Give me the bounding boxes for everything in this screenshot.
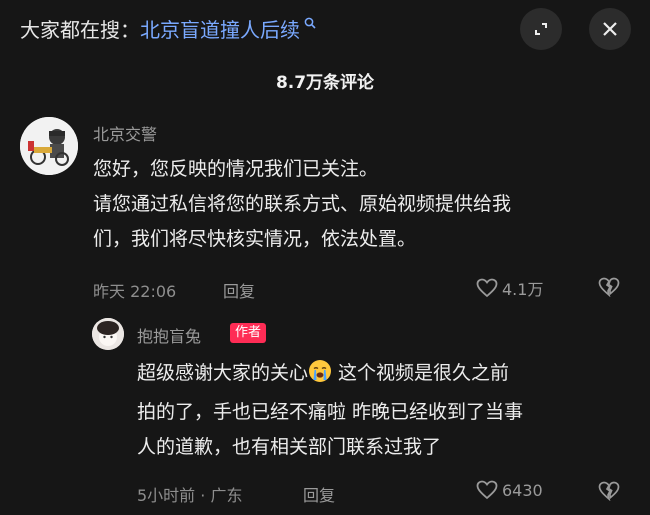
comment-line: 您好，您反映的情况我们已关注。 (93, 158, 379, 180)
search-icon[interactable] (300, 17, 316, 33)
search-term-link[interactable]: 北京盲道撞人后续 (140, 18, 300, 42)
avatar[interactable] (20, 117, 78, 175)
comment-body: 超级感谢大家的关心 这个视频是很久之前 拍的了，手也已经不痛啦 昨晚已经收到了当… (137, 356, 637, 465)
close-icon (603, 22, 617, 36)
expand-button[interactable] (520, 8, 562, 50)
comments-count-title: 8.7万条评论 (275, 73, 375, 93)
crying-face-emoji (308, 359, 332, 395)
like-count: 6430 (502, 480, 543, 500)
like-button[interactable]: 6430 (476, 480, 543, 500)
trending-search[interactable]: 大家都在搜：北京盲道撞人后续 (20, 14, 316, 43)
author-badge: 作者 (230, 323, 267, 343)
comment-username[interactable]: 北京交警 (93, 121, 157, 145)
broken-heart-icon (598, 277, 620, 298)
close-button[interactable] (589, 8, 631, 50)
reply-button[interactable]: 回复 (223, 278, 255, 302)
comment-line: 们，我们将尽快核实情况，依法处置。 (93, 228, 417, 250)
comment-line: 人的道歉，也有相关部门联系过我了 (137, 436, 442, 458)
comment-timestamp: 5小时前 · 广东 (137, 486, 243, 505)
comment-timestamp: 昨天 22:06 (93, 282, 177, 301)
comment-line: 超级感谢大家的关心 这个视频是很久之前 (137, 356, 637, 395)
comment-line: 请您通过私信将您的联系方式、原始视频提供给我 (93, 193, 512, 215)
comment-text-segment: 这个视频是很久之前 (332, 362, 510, 384)
broken-heart-icon (598, 481, 620, 502)
comment-line: 拍的了，手也已经不痛啦 昨晚已经收到了当事 (137, 401, 524, 423)
heart-icon (476, 278, 498, 298)
like-button[interactable]: 4.1万 (476, 276, 543, 300)
heart-icon (476, 480, 498, 500)
dislike-button[interactable] (598, 481, 620, 505)
reply-button[interactable]: 回复 (303, 482, 335, 506)
top-bar: 大家都在搜：北京盲道撞人后续 (0, 0, 650, 58)
comment-username[interactable]: 抱抱盲兔 (137, 323, 201, 347)
expand-icon (535, 23, 547, 35)
avatar[interactable] (92, 318, 124, 350)
like-count: 4.1万 (502, 280, 544, 299)
comment-text-segment: 超级感谢大家的关心 (137, 362, 309, 384)
comment-body: 您好，您反映的情况我们已关注。 请您通过私信将您的联系方式、原始视频提供给我 们… (93, 152, 511, 257)
search-prefix-label: 大家都在搜： (20, 18, 140, 42)
dislike-button[interactable] (598, 277, 620, 301)
